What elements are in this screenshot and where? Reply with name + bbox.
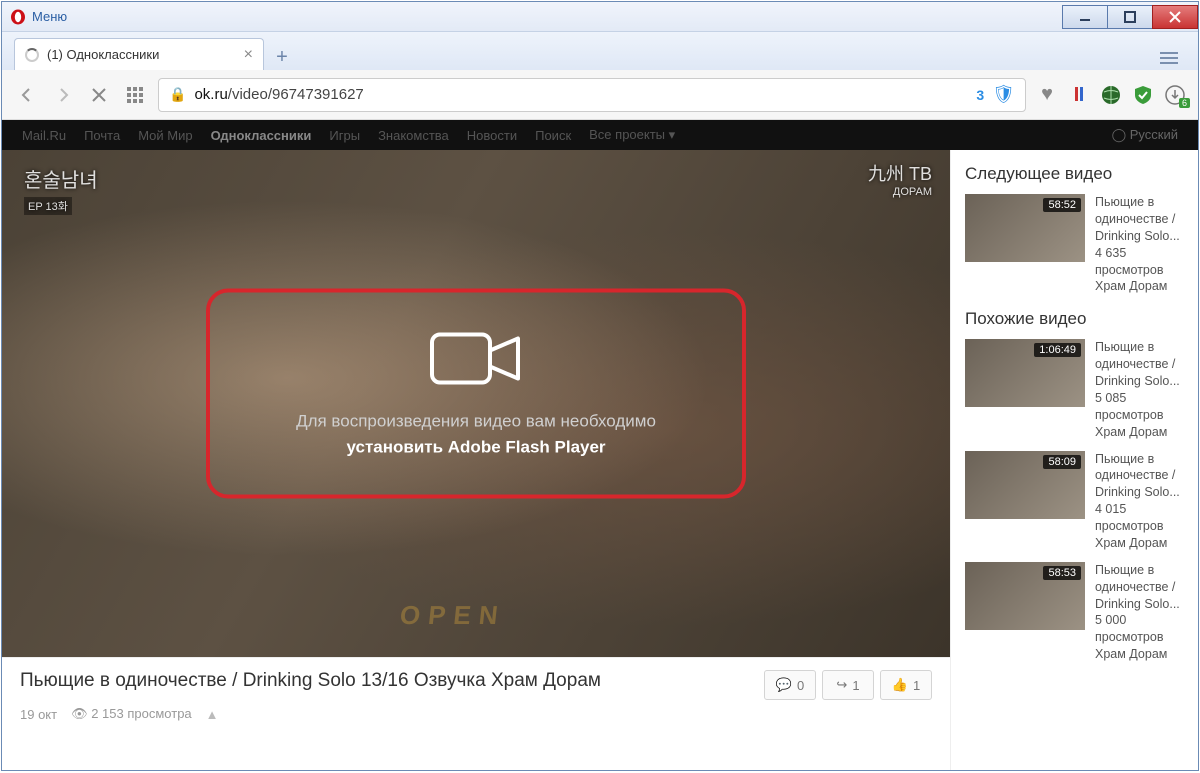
nav-item[interactable]: Почта	[84, 128, 120, 143]
scene-text: OPEN	[399, 600, 508, 631]
comments-button[interactable]: 💬0	[764, 670, 816, 700]
next-video-heading: Следующее видео	[965, 164, 1198, 184]
tab-title: (1) Одноклассники	[47, 47, 159, 62]
channel-watermark-right: 九州 ТВ ДОРАМ	[868, 160, 932, 198]
nav-item[interactable]: Все проекты ▾	[589, 127, 675, 143]
nav-item[interactable]: Знакомства	[378, 128, 449, 143]
video-thumbnail: 58:09	[965, 451, 1085, 519]
install-flash-link[interactable]: установить Adobe Flash Player	[346, 437, 605, 456]
video-thumbnail: 58:53	[965, 562, 1085, 630]
address-toolbar: 🔒 ok.ru/video/96747391627 3 🛡 ♥ 6	[2, 70, 1198, 120]
bookmark-ext-icon[interactable]	[1068, 84, 1090, 106]
heart-icon[interactable]: ♥	[1036, 84, 1058, 106]
globe-ext-icon[interactable]	[1100, 84, 1122, 106]
close-window-button[interactable]	[1152, 5, 1198, 29]
adguard-ext-icon[interactable]	[1132, 84, 1154, 106]
panel-toggle-button[interactable]	[1154, 46, 1184, 70]
download-ext-icon[interactable]: 6	[1164, 84, 1186, 106]
share-button[interactable]: ↪1	[822, 670, 874, 700]
video-item-text: Пьющие в одиночестве / Drinking Solo... …	[1095, 339, 1198, 440]
video-title: Пьющие в одиночестве / Drinking Solo 13/…	[20, 670, 750, 692]
tab-strip: (1) Одноклассники × +	[2, 32, 1198, 70]
like-button[interactable]: 👍1	[880, 670, 932, 700]
close-tab-button[interactable]: ×	[244, 46, 253, 64]
video-player[interactable]: 혼술남녀 EP 13화 九州 ТВ ДОРАМ OPEN Для воспрои…	[2, 150, 950, 657]
channel-watermark-left: 혼술남녀 EP 13화	[24, 164, 98, 215]
video-item-text: Пьющие в одиночестве / Drinking Solo... …	[1095, 562, 1198, 663]
nav-item[interactable]: Поиск	[535, 128, 571, 143]
camera-icon	[426, 327, 526, 391]
related-videos-heading: Похожие видео	[965, 309, 1198, 329]
video-thumbnail: 58:52	[965, 194, 1085, 262]
address-bar[interactable]: 🔒 ok.ru/video/96747391627 3 🛡	[158, 78, 1026, 112]
related-video-item[interactable]: 58:53 Пьющие в одиночестве / Drinking So…	[965, 562, 1198, 663]
nav-item[interactable]: Новости	[467, 128, 517, 143]
opera-logo-icon	[10, 9, 26, 25]
loading-spinner-icon	[25, 48, 39, 62]
maximize-button[interactable]	[1107, 5, 1153, 29]
nav-item[interactable]: Мой Мир	[138, 128, 192, 143]
minimize-button[interactable]	[1062, 5, 1108, 29]
back-button[interactable]	[14, 82, 40, 108]
url-text: ok.ru/video/96747391627	[194, 86, 968, 103]
video-date: 19 окт	[20, 707, 57, 722]
like-icon: 👍	[892, 677, 908, 693]
new-tab-button[interactable]: +	[268, 44, 296, 70]
comment-icon: 💬	[776, 677, 792, 693]
related-video-item[interactable]: 58:09 Пьющие в одиночестве / Drinking So…	[965, 451, 1198, 552]
site-top-nav: Mail.Ru Почта Мой Мир Одноклассники Игры…	[2, 120, 1198, 150]
speed-dial-button[interactable]	[122, 82, 148, 108]
video-item-text: Пьющие в одиночестве / Drinking Solo... …	[1095, 451, 1198, 552]
flash-install-callout: Для воспроизведения видео вам необходимо…	[206, 288, 746, 498]
language-selector[interactable]: ◯ Русский	[1112, 127, 1178, 143]
lock-icon: 🔒	[169, 86, 186, 103]
shield-icon[interactable]: 🛡	[992, 84, 1015, 105]
notification-count: 3	[976, 87, 984, 103]
video-item-text: Пьющие в одиночестве / Drinking Solo... …	[1095, 194, 1198, 295]
related-video-item[interactable]: 1:06:49 Пьющие в одиночестве / Drinking …	[965, 339, 1198, 440]
nav-item[interactable]: Игры	[329, 128, 360, 143]
warning-icon[interactable]: ▲	[206, 707, 219, 722]
video-thumbnail: 1:06:49	[965, 339, 1085, 407]
forward-button[interactable]	[50, 82, 76, 108]
flash-message: Для воспроизведения видео вам необходимо…	[296, 409, 656, 460]
next-video-item[interactable]: 58:52 Пьющие в одиночестве / Drinking So…	[965, 194, 1198, 295]
stop-reload-button[interactable]	[86, 82, 112, 108]
share-icon: ↪	[836, 677, 847, 693]
nav-item[interactable]: Mail.Ru	[22, 128, 66, 143]
video-views: 👁 2 153 просмотра	[71, 706, 192, 722]
browser-tab[interactable]: (1) Одноклассники ×	[14, 38, 264, 70]
video-sidebar: Следующее видео 58:52 Пьющие в одиночест…	[950, 150, 1198, 770]
nav-item-active[interactable]: Одноклассники	[211, 128, 312, 143]
menu-link[interactable]: Меню	[32, 9, 67, 24]
window-titlebar: Меню	[2, 2, 1198, 32]
